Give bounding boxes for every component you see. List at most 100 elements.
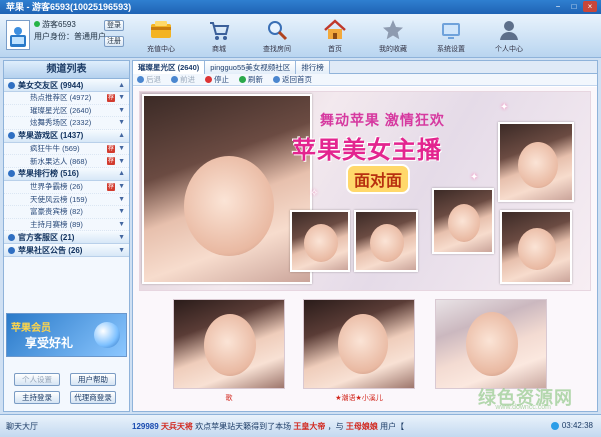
channel-item[interactable]: 天使风云榜 (159) ▼ bbox=[4, 194, 129, 207]
main-panel: 璀璨星光区 (2640) pingguo55美女视频社区 排行榜 后退 前进 停… bbox=[132, 60, 598, 412]
chevron-up-icon[interactable]: ▲ bbox=[118, 170, 125, 177]
chevron-down-icon[interactable]: ▼ bbox=[118, 196, 125, 203]
toolbar-settings[interactable]: 系统设置 bbox=[422, 16, 480, 56]
category-rankings[interactable]: 苹果排行榜 (516) ▲ bbox=[4, 167, 129, 181]
window-controls: − □ × bbox=[551, 1, 597, 12]
channel-item[interactable]: 热点推荐区 (4972) 荐 ▼ bbox=[4, 92, 129, 105]
chevron-down-icon[interactable]: ▼ bbox=[118, 221, 125, 228]
tab-star-zone[interactable]: 璀璨星光区 (2640) bbox=[133, 61, 206, 74]
chevron-up-icon[interactable]: ▲ bbox=[118, 82, 125, 89]
host-card[interactable] bbox=[435, 299, 547, 389]
recommend-badge: 荐 bbox=[107, 144, 115, 153]
host-card[interactable] bbox=[173, 299, 285, 389]
expand-toggle-icon[interactable] bbox=[8, 246, 15, 254]
expand-toggle-icon[interactable] bbox=[8, 170, 15, 178]
avatar[interactable] bbox=[6, 20, 30, 50]
close-button[interactable]: × bbox=[583, 1, 597, 12]
web-content: ✦ ✧ ✦ 舞动苹果 激情狂欢 苹果美女主播 面对面 歌 ★潮语★小溪儿 bbox=[133, 87, 597, 411]
category-announcements[interactable]: 苹果社区公告 (26) ▼ bbox=[4, 244, 129, 258]
host-photo bbox=[432, 188, 494, 254]
toolbar-shop[interactable]: 商城 bbox=[190, 16, 248, 56]
sparkle-icon: ✧ bbox=[310, 188, 319, 199]
category-beauty[interactable]: 美女交友区 (9944) ▲ bbox=[4, 79, 129, 92]
clock-icon bbox=[550, 421, 559, 430]
host-card[interactable] bbox=[303, 299, 415, 389]
host-photo bbox=[500, 210, 572, 284]
channel-item[interactable]: 富豪贵宾榜 (82) ▼ bbox=[4, 206, 129, 219]
proxy-login-button[interactable]: 代理商登录 bbox=[70, 391, 116, 404]
stop-icon bbox=[205, 76, 212, 83]
user-help-button[interactable]: 用户帮助 bbox=[70, 373, 116, 386]
chevron-up-icon[interactable]: ▲ bbox=[118, 132, 125, 139]
forward-button[interactable]: 前进 bbox=[171, 74, 195, 85]
stop-button[interactable]: 停止 bbox=[205, 74, 229, 85]
vip-banner[interactable]: 苹果会员 享受好礼 bbox=[6, 313, 127, 357]
window-title: 苹果 - 游客6593(10025196593) bbox=[6, 2, 132, 12]
host-name[interactable]: ★潮语★小溪儿 bbox=[303, 393, 415, 403]
channel-sidebar: 频道列表 美女交友区 (9944) ▲ 热点推荐区 (4972) 荐 ▼ 璀璨星… bbox=[3, 60, 130, 412]
tab-bar: 璀璨星光区 (2640) pingguo55美女视频社区 排行榜 bbox=[133, 61, 597, 74]
sidebar-title: 频道列表 bbox=[4, 61, 129, 79]
chevron-down-icon[interactable]: ▼ bbox=[118, 145, 125, 152]
forward-arrow-icon bbox=[171, 76, 178, 83]
user-center-icon bbox=[500, 21, 518, 40]
expand-toggle-icon[interactable] bbox=[8, 81, 15, 89]
toolbar-favorites[interactable]: 我的收藏 bbox=[364, 16, 422, 56]
chat-lobby-link[interactable]: 聊天大厅 bbox=[6, 421, 38, 432]
channel-item[interactable]: 炫舞秀场区 (2332) ▼ bbox=[4, 117, 129, 130]
channel-item[interactable]: 璀璨星光区 (2640) ▼ bbox=[4, 105, 129, 118]
user-identity: 用户身份：普通用户 bbox=[34, 32, 106, 41]
refresh-icon bbox=[239, 76, 246, 83]
promo-slogan: 舞动苹果 激情狂欢 bbox=[320, 112, 445, 128]
expand-toggle-icon[interactable] bbox=[8, 233, 15, 241]
recommend-badge: 荐 bbox=[107, 182, 115, 191]
home-page-icon bbox=[273, 76, 280, 83]
promo-banner[interactable]: ✦ ✧ ✦ 舞动苹果 激情狂欢 苹果美女主播 面对面 bbox=[139, 91, 591, 291]
toolbar-user-center[interactable]: 个人中心 bbox=[480, 16, 538, 56]
sparkle-icon: ✦ bbox=[470, 172, 479, 183]
refresh-button[interactable]: 刷新 bbox=[239, 74, 263, 85]
toolbar-recharge[interactable]: 充值中心 bbox=[132, 16, 190, 56]
chevron-down-icon[interactable]: ▼ bbox=[118, 94, 125, 101]
register-button[interactable]: 注册 bbox=[104, 36, 124, 47]
host-name[interactable]: 歌 bbox=[173, 393, 285, 403]
tab-video-community[interactable]: pingguo55美女视频社区 bbox=[205, 61, 297, 74]
tab-rankings[interactable]: 排行榜 bbox=[296, 61, 330, 74]
host-login-button[interactable]: 主持登录 bbox=[14, 391, 60, 404]
settings-icon bbox=[442, 23, 460, 39]
chevron-down-icon[interactable]: ▼ bbox=[118, 183, 125, 190]
home-icon bbox=[324, 19, 346, 39]
recommend-badge: 荐 bbox=[107, 157, 115, 166]
channel-item[interactable]: 世界争霸榜 (26) 荐 ▼ bbox=[4, 181, 129, 194]
chevron-down-icon[interactable]: ▼ bbox=[118, 208, 125, 215]
expand-toggle-icon[interactable] bbox=[8, 132, 15, 140]
personal-settings-button[interactable]: 个人设置 bbox=[14, 373, 60, 386]
minimize-button[interactable]: − bbox=[551, 1, 565, 12]
recommend-badge: 荐 bbox=[107, 94, 115, 102]
toolbar-find-room[interactable]: 查找房间 bbox=[248, 16, 306, 56]
status-bar: 聊天大厅 129989 天兵天将 欢点苹果站天籁得到了本场 王皇大帝 ，与 王母… bbox=[0, 414, 601, 437]
toolbar-home[interactable]: 首页 bbox=[306, 16, 364, 56]
user-info: 游客6593 用户身份：普通用户 bbox=[34, 19, 106, 43]
back-button[interactable]: 后退 bbox=[137, 74, 161, 85]
promo-subhead: 面对面 bbox=[346, 164, 411, 194]
chevron-down-icon[interactable]: ▼ bbox=[118, 119, 125, 126]
chevron-down-icon[interactable]: ▼ bbox=[118, 107, 125, 114]
category-games[interactable]: 苹果游戏区 (1437) ▲ bbox=[4, 129, 129, 143]
star-favorite-icon bbox=[383, 20, 403, 40]
clock: 03:42:38 bbox=[550, 421, 593, 430]
login-button[interactable]: 登录 bbox=[104, 20, 124, 31]
chevron-down-icon[interactable]: ▼ bbox=[118, 247, 125, 254]
channel-item[interactable]: 疯狂牛牛 (569) 荐 ▼ bbox=[4, 143, 129, 156]
home-page-button[interactable]: 返回首页 bbox=[273, 74, 312, 85]
channel-item[interactable]: 新水果达人 (868) 荐 ▼ bbox=[4, 155, 129, 168]
chevron-down-icon[interactable]: ▼ bbox=[118, 234, 125, 241]
user-nickname: 游客6593 bbox=[42, 20, 76, 29]
maximize-button[interactable]: □ bbox=[567, 1, 581, 12]
online-status-icon[interactable] bbox=[34, 21, 40, 27]
chevron-down-icon[interactable]: ▼ bbox=[118, 158, 125, 165]
search-room-icon bbox=[268, 21, 288, 41]
category-support[interactable]: 官方客服区 (21) ▼ bbox=[4, 231, 129, 245]
header: 游客6593 用户身份：普通用户 登录 注册 充值中心 商城 查找房间 首页 我… bbox=[0, 14, 601, 58]
channel-item[interactable]: 主持月赛榜 (89) ▼ bbox=[4, 219, 129, 232]
